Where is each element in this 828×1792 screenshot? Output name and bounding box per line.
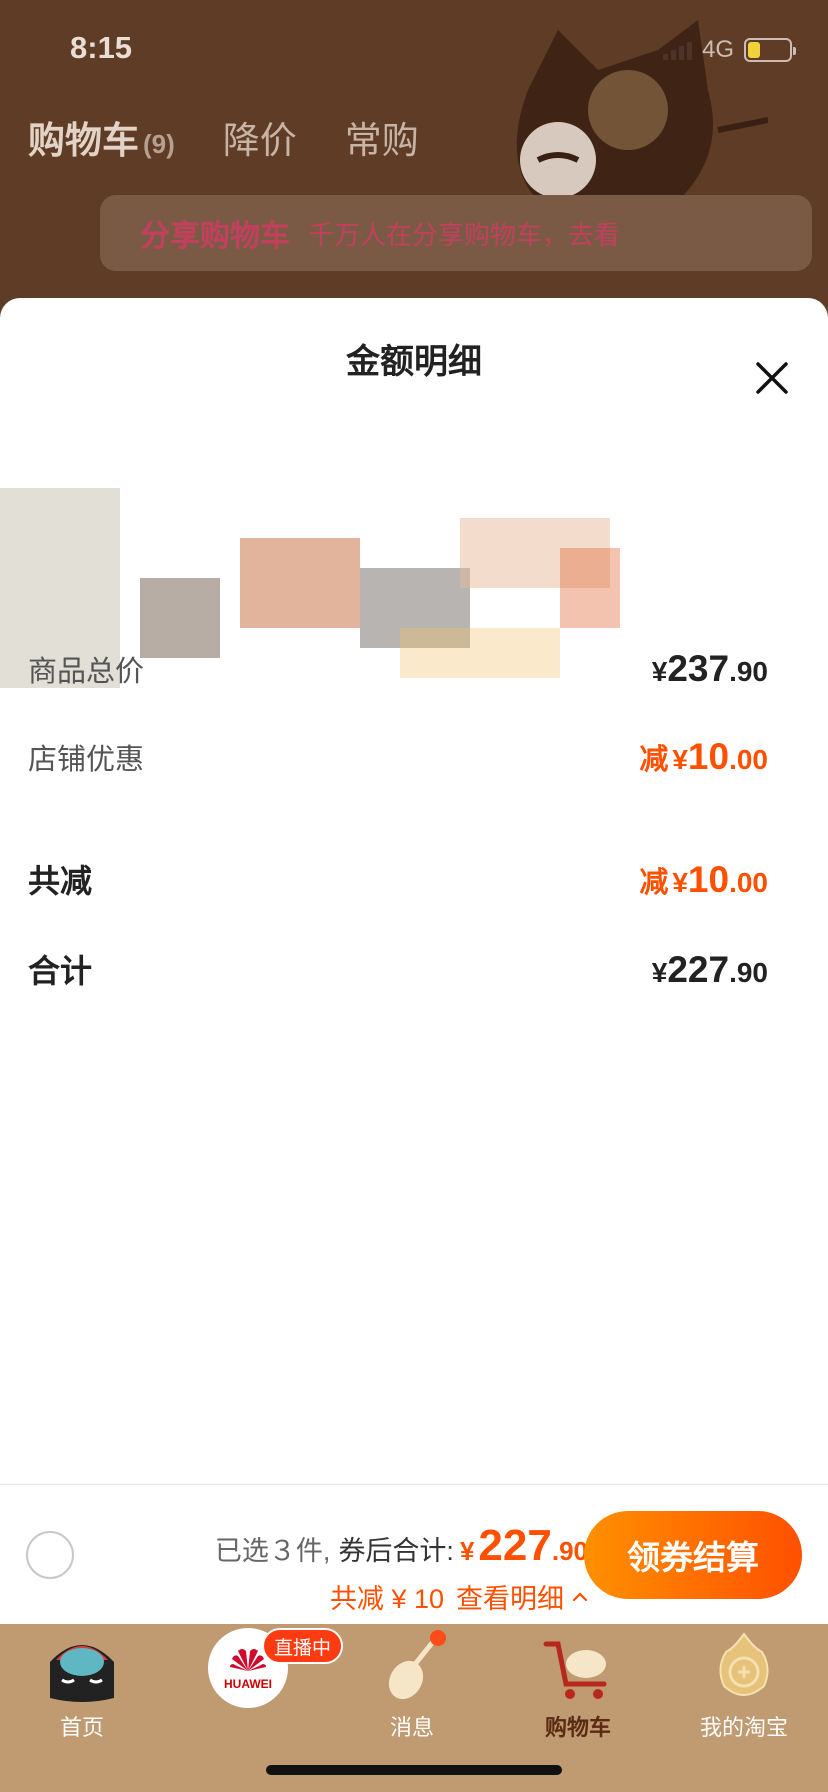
view-detail-label: 查看明细	[456, 1584, 564, 1614]
checkout-summary: 已选３件, 券后合计: ¥ 227 .90	[215, 1521, 588, 1571]
share-cart-banner[interactable]: 分享购物车 千万人在分享购物车，去看	[100, 195, 812, 271]
total-decimal: .90	[551, 1536, 588, 1566]
coupon-total-label: 券后合计:	[338, 1536, 454, 1566]
row-grand-total: 合计 ¥227.90	[28, 946, 768, 992]
share-banner-subtitle: 千万人在分享购物车，去看	[308, 219, 621, 250]
cart-icon	[538, 1628, 618, 1708]
total-discount-label: 共减	[28, 863, 93, 899]
tab-my-taobao[interactable]: 我的淘宝	[684, 1628, 804, 1742]
chevron-up-icon	[572, 1591, 588, 1601]
tab-cart-bottom[interactable]: 购物车	[518, 1628, 638, 1742]
tab-cart[interactable]: 购物车 (9)	[28, 110, 175, 164]
selected-count: 已选３件,	[214, 1536, 331, 1566]
tab-my-taobao-label: 我的淘宝	[699, 1715, 788, 1740]
view-detail-link[interactable]: 查看明细	[456, 1577, 588, 1616]
discount-text: 共减 ¥ 10	[329, 1584, 444, 1614]
cart-top-tabs: 购物车 (9) 降价 常购	[28, 110, 419, 164]
checkout-bar: 已选３件, 券后合计: ¥ 227 .90 共减 ¥ 10 查看明细 领券结算	[0, 1484, 828, 1624]
row-goods-total: 商品总价 ¥237.90	[28, 648, 768, 690]
select-all-checkbox[interactable]	[26, 1531, 74, 1579]
home-cat-icon	[42, 1628, 122, 1708]
total-yen: ¥	[459, 1536, 475, 1566]
tab-home-label: 首页	[59, 1715, 104, 1740]
shop-discount-amount: 减 ¥10.00	[639, 736, 768, 777]
tab-home[interactable]: 首页	[22, 1628, 142, 1742]
tab-messages[interactable]: 消息	[352, 1628, 472, 1742]
home-indicator	[266, 1765, 562, 1775]
sheet-title: 金额明细	[346, 343, 482, 381]
grand-total-label: 合计	[28, 953, 93, 989]
total-discount-amount: 减 ¥10.00	[639, 859, 768, 900]
tab-messages-label: 消息	[389, 1715, 434, 1740]
row-total-discount: 共减 减 ¥10.00	[28, 856, 768, 902]
live-badge: 直播中	[262, 1628, 344, 1664]
tab-frequent[interactable]: 常购	[345, 110, 419, 164]
share-banner-title: 分享购物车	[140, 220, 290, 253]
close-icon	[756, 362, 788, 394]
amount-detail-sheet: 金额明细 商品总价 ¥237.90 店铺优惠 减 ¥10.00 共减 减 ¥10.0…	[0, 298, 828, 1484]
total-integer: 227	[478, 1521, 552, 1570]
close-button[interactable]	[752, 358, 792, 398]
status-time: 8:15	[70, 30, 133, 65]
tab-live-label: HUAWEI	[224, 1677, 272, 1691]
shop-discount-label: 店铺优惠	[28, 744, 145, 776]
discount-summary: 共减 ¥ 10 查看明细	[330, 1577, 588, 1616]
checkout-button[interactable]: 领券结算	[584, 1511, 802, 1599]
goods-total-label: 商品总价	[28, 656, 145, 688]
message-pipa-icon	[372, 1628, 452, 1708]
my-taobao-icon	[704, 1628, 784, 1708]
tab-price-drop[interactable]: 降价	[223, 110, 297, 164]
row-shop-discount: 店铺优惠 减 ¥10.00	[28, 736, 768, 778]
tab-cart-label: 购物车	[544, 1715, 611, 1740]
grand-total-amount: ¥227.90	[651, 949, 768, 990]
goods-total-amount: ¥237.90	[651, 648, 768, 689]
